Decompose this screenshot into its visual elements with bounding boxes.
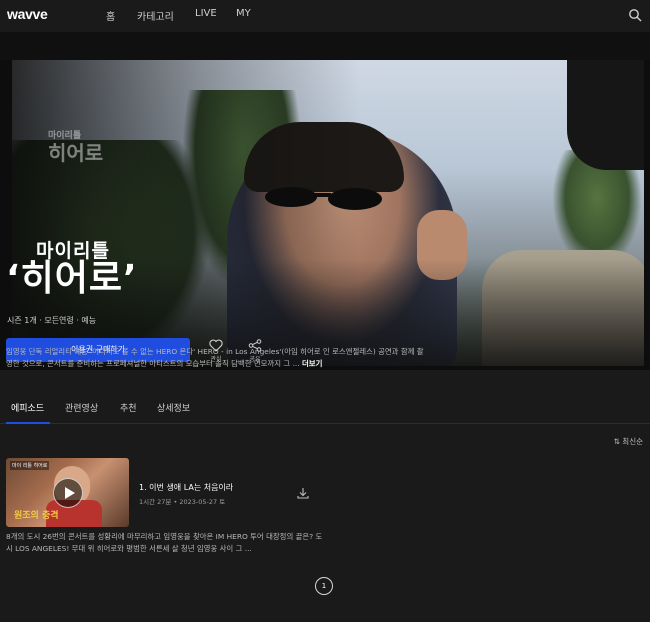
play-icon[interactable] xyxy=(53,478,83,508)
nav-category[interactable]: 카테고리 xyxy=(137,8,174,23)
download-icon[interactable] xyxy=(296,486,310,500)
tab-related[interactable]: 관련영상 xyxy=(65,401,98,414)
active-tab-indicator xyxy=(6,422,50,424)
page-1-button[interactable]: 1 xyxy=(315,577,333,595)
thumbnail-caption: 원조의 충격 xyxy=(14,511,59,521)
thumbnail-tag: 마이 리틀 히어로 xyxy=(10,461,50,470)
top-nav: wavve 홈 카테고리 LIVE MY xyxy=(0,0,650,32)
episode-description: 8개의 도시 26번의 콘서트를 성황리에 마무리하고 임영웅을 찾아온 IM … xyxy=(6,532,323,553)
tab-episodes[interactable]: 에피소드 xyxy=(11,401,44,414)
hero-image: 마이리틀 히어로 xyxy=(12,60,644,366)
content-tabs: 에피소드 관련영상 추천 상세정보 xyxy=(0,392,650,424)
search-icon[interactable] xyxy=(628,8,642,22)
sort-latest-button[interactable]: ⇅ 최신순 xyxy=(614,436,643,447)
channel-watermark: 마이리틀 히어로 xyxy=(48,131,104,165)
more-button[interactable]: 더보기 xyxy=(302,359,322,368)
nav-my[interactable]: MY xyxy=(236,8,251,19)
wavve-logo[interactable]: wavve xyxy=(7,6,48,22)
episode-thumbnail[interactable]: 마이 리틀 히어로 원조의 충격 xyxy=(6,458,129,527)
episode-meta: 1시간 27분 • 2023-05-27 토 xyxy=(139,498,226,506)
program-meta: 시즌 1개 · 모든연령 · 예능 xyxy=(7,316,97,325)
program-description: 임영웅 단독 리얼리티 예능 '어디서도 볼 수 없는 HERO 온다' HER… xyxy=(6,347,424,368)
tab-recommend[interactable]: 추천 xyxy=(120,401,137,414)
nav-home[interactable]: 홈 xyxy=(106,8,115,23)
episode-title[interactable]: 1. 이번 생애 LA는 처음이라 xyxy=(139,482,233,493)
hero-section: 마이리틀 히어로 마이리틀 ‘히어로’ 시즌 1개 · 모든연령 · 예능 이용… xyxy=(0,32,650,370)
tab-details[interactable]: 상세정보 xyxy=(157,401,190,414)
program-title-logo: 마이리틀 ‘히어로’ xyxy=(6,240,138,299)
nav-live[interactable]: LIVE xyxy=(195,8,217,19)
